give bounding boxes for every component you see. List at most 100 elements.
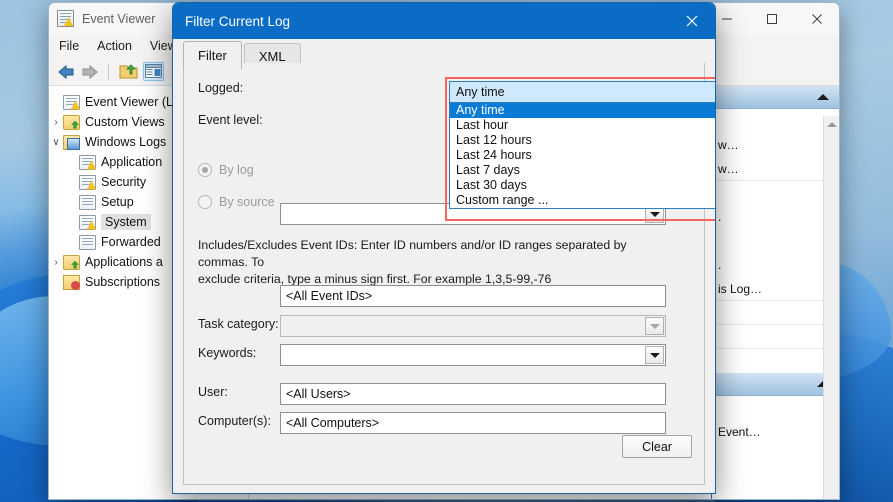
caret-down-icon	[649, 323, 660, 329]
option-label: Any time	[456, 103, 505, 117]
keywords-combo[interactable]	[280, 344, 666, 366]
computers-label: Computer(s):	[198, 414, 271, 428]
maximize-button[interactable]	[749, 3, 794, 34]
computers-label-row: Computer(s):	[198, 414, 271, 428]
scroll-up-button[interactable]	[824, 116, 839, 132]
logged-label-row: Logged:	[198, 81, 243, 95]
actions-group-header[interactable]	[712, 86, 839, 109]
user-label: User:	[198, 385, 228, 399]
dialog-title: Filter Current Log	[185, 13, 291, 29]
dialog-close-button[interactable]	[669, 3, 715, 39]
actions-group-header-selected-event[interactable]	[712, 373, 839, 396]
action-item[interactable]	[712, 325, 839, 349]
tab-filter[interactable]: Filter	[183, 41, 242, 69]
action-item-event-properties[interactable]: Event…	[712, 420, 839, 444]
event-viewer-title: Event Viewer	[82, 11, 156, 26]
filter-current-log-dialog: Filter Current Log Filter XML Logged: Ev…	[172, 2, 716, 494]
keywords-label: Keywords:	[198, 346, 257, 360]
clear-button[interactable]: Clear	[622, 435, 692, 458]
task-category-combo[interactable]	[280, 315, 666, 337]
logged-combobox[interactable]: Any time	[449, 81, 715, 103]
log-warning-icon	[79, 154, 96, 170]
event-ids-value: <All Event IDs>	[286, 289, 373, 303]
tree-item-label: Subscriptions	[85, 275, 161, 289]
windows-logs-folder-icon	[63, 134, 80, 150]
option-label: Last hour	[456, 118, 509, 132]
action-item[interactable]: w…	[712, 133, 839, 157]
chevron-right-icon[interactable]: ›	[49, 117, 63, 128]
actions-pane: w… w… . . is Log… Event…	[711, 86, 839, 499]
folder-icon	[63, 114, 80, 130]
radio-indicator	[198, 163, 212, 177]
chevron-down-icon[interactable]: ∨	[49, 137, 63, 148]
keywords-label-row: Keywords:	[198, 346, 256, 360]
triangle-up-icon	[817, 94, 829, 100]
folder-icon	[63, 254, 80, 270]
task-category-dropdown-button[interactable]	[645, 317, 664, 335]
action-item[interactable]: .	[712, 253, 839, 277]
action-item-submenu[interactable]	[712, 349, 839, 373]
tree-item-label: Windows Logs	[85, 135, 167, 149]
properties-icon[interactable]	[118, 62, 139, 81]
radio-by-source[interactable]: By source	[198, 195, 275, 209]
actions-pane-scrollbar[interactable]	[823, 116, 839, 499]
log-warning-icon	[79, 214, 96, 230]
tab-label: Filter	[198, 48, 227, 63]
clear-button-label: Clear	[642, 439, 672, 454]
action-item[interactable]: w…	[712, 157, 839, 181]
action-item-label: is Log…	[718, 281, 763, 296]
keywords-dropdown-button[interactable]	[645, 346, 664, 364]
option-label: Last 24 hours	[456, 148, 532, 162]
option-label: Last 12 hours	[456, 133, 532, 147]
back-arrow-icon[interactable]	[57, 64, 76, 80]
radio-by-log[interactable]: By log	[198, 163, 254, 177]
forward-arrow-icon[interactable]	[80, 64, 99, 80]
logged-option-last-12-hours[interactable]: Last 12 hours	[450, 133, 715, 148]
task-category-label-row: Task category:	[198, 317, 279, 331]
option-label: Custom range ...	[456, 193, 549, 207]
screen: Event Viewer File Action View Event View…	[0, 0, 893, 502]
computers-input[interactable]: <All Computers>	[280, 412, 666, 434]
logged-option-custom-range[interactable]: Custom range ...	[450, 193, 715, 208]
event-ids-input[interactable]: <All Event IDs>	[280, 285, 666, 307]
logged-dropdown-list[interactable]: Any time Last hour Last 12 hours Last 24…	[449, 103, 715, 209]
logged-option-any-time[interactable]: Any time	[450, 103, 715, 118]
log-warning-icon	[79, 174, 96, 190]
help-line-1: Includes/Excludes Event IDs: Enter ID nu…	[198, 238, 627, 269]
logged-option-last-30-days[interactable]: Last 30 days	[450, 178, 715, 193]
tree-item-label: System	[101, 214, 151, 230]
logged-selected-value: Any time	[456, 85, 505, 99]
log-icon	[79, 234, 96, 250]
menu-item-file[interactable]: File	[59, 39, 79, 53]
chevron-right-icon[interactable]: ›	[49, 257, 63, 268]
action-item-save-log[interactable]: is Log…	[712, 277, 839, 301]
close-button[interactable]	[794, 3, 839, 34]
option-label: Last 30 days	[456, 178, 527, 192]
tree-item-label: Forwarded	[101, 235, 161, 249]
log-icon	[79, 194, 96, 210]
tree-item-label: Setup	[101, 195, 134, 209]
event-level-label: Event level:	[198, 113, 263, 127]
caret-down-icon	[649, 352, 660, 358]
user-input[interactable]: <All Users>	[280, 383, 666, 405]
logged-label: Logged:	[198, 81, 244, 95]
action-item-label: w…	[718, 161, 739, 176]
logged-option-last-24-hours[interactable]: Last 24 hours	[450, 148, 715, 163]
user-label-row: User:	[198, 385, 228, 399]
menu-item-action[interactable]: Action	[97, 39, 132, 53]
action-item[interactable]: .	[712, 205, 839, 229]
window-controls	[704, 3, 839, 34]
action-item-label: .	[718, 258, 722, 272]
show-hide-console-tree-icon[interactable]	[143, 62, 164, 81]
action-item-submenu[interactable]	[712, 301, 839, 325]
radio-by-source-label: By source	[219, 195, 275, 209]
tree-item-label: Custom Views	[85, 115, 165, 129]
task-category-label: Task category:	[198, 317, 279, 331]
radio-by-log-label: By log	[219, 163, 254, 177]
tree-item-label: Security	[101, 175, 147, 189]
logged-option-last-hour[interactable]: Last hour	[450, 118, 715, 133]
logged-option-last-7-days[interactable]: Last 7 days	[450, 163, 715, 178]
actions-spacer	[712, 181, 839, 205]
subscriptions-icon	[63, 274, 80, 290]
tab-label: XML	[258, 49, 286, 64]
